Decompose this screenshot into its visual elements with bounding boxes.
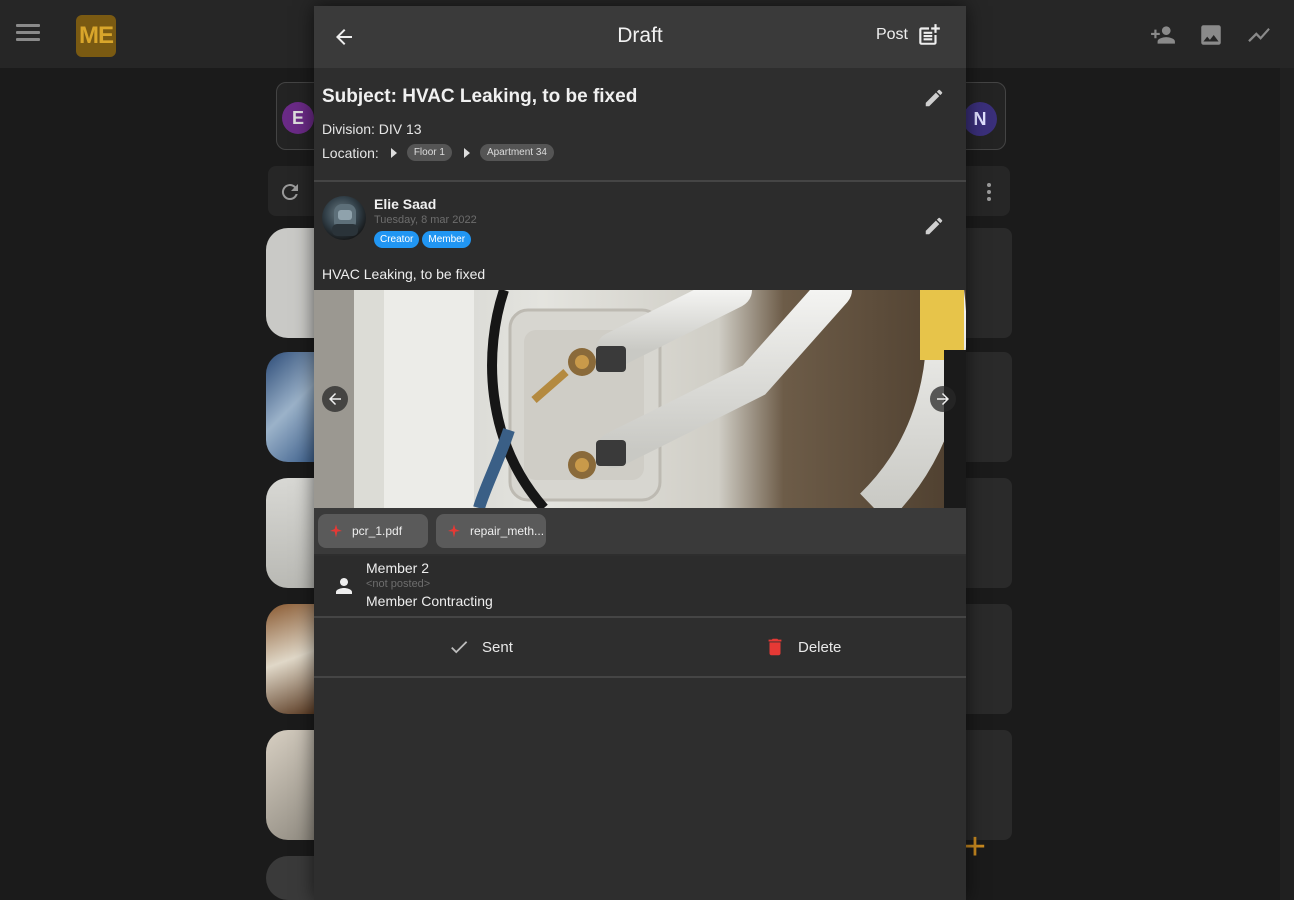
carousel-next-button[interactable] — [930, 386, 956, 412]
list-item-thumbnail[interactable] — [266, 478, 316, 588]
hvac-photo — [314, 290, 966, 508]
carousel-prev-button[interactable] — [322, 386, 348, 412]
post-add-icon — [919, 24, 940, 45]
action-bar: Sent Delete — [314, 620, 966, 678]
list-item-thumbnail[interactable] — [266, 352, 316, 462]
divider — [314, 616, 966, 618]
chevron-right-icon — [390, 147, 397, 158]
check-icon — [451, 641, 468, 654]
trash-icon — [768, 638, 782, 656]
avatar[interactable]: E — [282, 102, 314, 134]
add-person-icon[interactable] — [1150, 22, 1176, 48]
list-item[interactable] — [964, 478, 1012, 588]
role-badges: Creator Member — [374, 231, 472, 248]
menu-icon[interactable] — [16, 24, 40, 46]
arrow-right-icon — [937, 393, 949, 405]
post-photo-carousel[interactable] — [314, 290, 966, 508]
location-label: Location: — [322, 144, 379, 161]
post-text: HVAC Leaking, to be fixed — [322, 266, 486, 282]
draft-dialog: Draft Post Subject: HVAC Leaking, to be … — [314, 6, 966, 900]
pdf-icon — [448, 524, 460, 538]
app-logo: ME — [76, 15, 116, 57]
author-photo — [332, 204, 358, 236]
subject-section: Subject: HVAC Leaking, to be fixed Divis… — [314, 74, 966, 180]
role-badge: Member — [422, 231, 472, 248]
pdf-icon — [330, 524, 342, 538]
post-date: Tuesday, 8 mar 2022 — [374, 214, 477, 226]
edit-post-button[interactable] — [920, 212, 948, 240]
recipient-name: Member 2 — [366, 560, 430, 576]
author-avatar[interactable] — [322, 196, 366, 240]
attachment-name: repair_meth... — [470, 524, 545, 538]
dialog-title: Draft — [617, 24, 663, 47]
more-vert-icon[interactable] — [982, 182, 996, 202]
recipient-row[interactable]: Member 2 <not posted> Member Contracting — [314, 556, 966, 616]
recipient-status: <not posted> — [366, 578, 431, 590]
edit-pencil-icon — [925, 217, 943, 235]
role-badge: Creator — [374, 231, 420, 248]
author-name: Elie Saad — [374, 196, 437, 212]
location-breadcrumb: Location: Floor 1 Apartment 34 — [322, 144, 554, 161]
list-item[interactable] — [964, 352, 1012, 462]
list-item[interactable] — [964, 228, 1012, 338]
trending-icon[interactable] — [1246, 22, 1272, 48]
app-top-actions — [1150, 22, 1272, 48]
list-item[interactable] — [964, 730, 1012, 840]
chevron-right-icon — [463, 147, 470, 158]
edit-pencil-icon — [925, 89, 943, 107]
list-item-thumbnail[interactable] — [266, 604, 316, 714]
location-chip[interactable]: Floor 1 — [406, 144, 452, 161]
post-button[interactable]: Post — [876, 22, 942, 48]
list-item-thumbnail[interactable] — [266, 856, 316, 900]
attachment-chip[interactable]: pcr_1.pdf — [318, 514, 428, 548]
delete-label: Delete — [798, 638, 842, 656]
list-item-thumbnail[interactable] — [266, 228, 316, 338]
person-icon — [336, 578, 352, 594]
list-item[interactable] — [964, 604, 1012, 714]
sent-label: Sent — [482, 638, 513, 656]
list-item-thumbnail[interactable] — [266, 730, 316, 840]
post-button-label: Post — [875, 26, 908, 43]
image-icon[interactable] — [1198, 22, 1224, 48]
post-card: Elie Saad Tuesday, 8 mar 2022 Creator Me… — [314, 182, 966, 554]
arrow-left-icon — [329, 393, 341, 405]
sent-button[interactable]: Sent — [448, 636, 513, 658]
dialog-header: Draft Post — [314, 6, 966, 68]
attachment-chip[interactable]: repair_meth... — [436, 514, 546, 548]
divider — [314, 676, 966, 678]
division-label: Division: DIV 13 — [322, 121, 422, 137]
edit-subject-button[interactable] — [920, 84, 948, 112]
subject-title: Subject: HVAC Leaking, to be fixed — [322, 86, 638, 107]
right-side-strip — [1280, 68, 1294, 900]
recipient-company: Member Contracting — [366, 593, 493, 609]
delete-button[interactable]: Delete — [764, 636, 841, 658]
avatar[interactable]: N — [963, 102, 997, 136]
attachment-name: pcr_1.pdf — [352, 524, 403, 538]
attachments-bar: pcr_1.pdf repair_meth... — [314, 508, 966, 554]
location-chip[interactable]: Apartment 34 — [479, 144, 554, 161]
refresh-icon[interactable] — [278, 180, 302, 204]
